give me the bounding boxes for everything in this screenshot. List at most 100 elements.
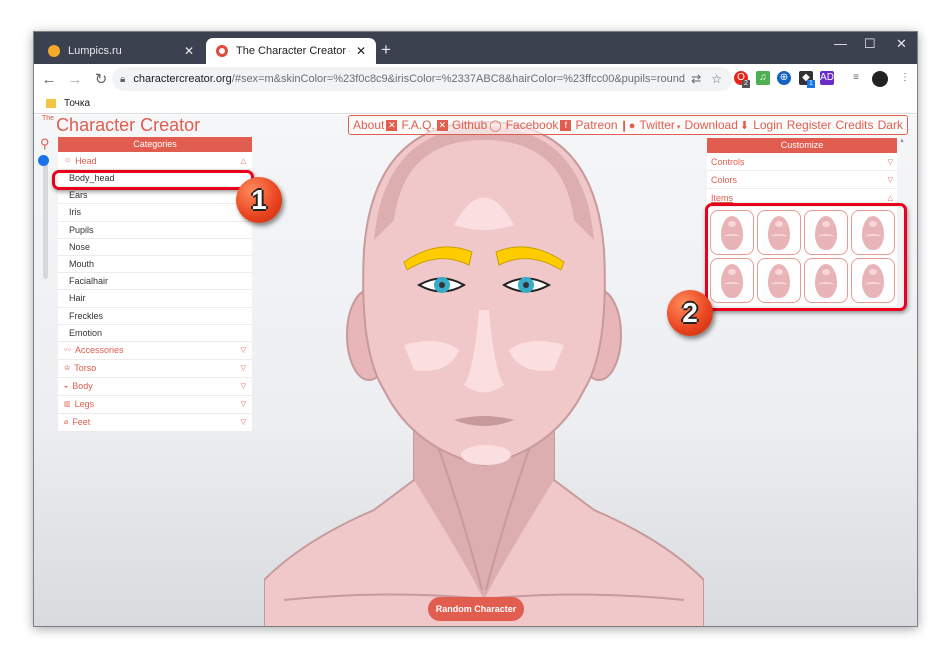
category-label: Legs <box>74 399 95 410</box>
chevron-down-icon: ▽ <box>240 419 246 427</box>
back-button[interactable]: ← <box>38 71 60 88</box>
bookmark-star-icon[interactable]: ☆ <box>711 72 722 86</box>
section-controls[interactable]: Controls ▽ <box>707 153 897 171</box>
extension-badge: 2 <box>742 80 750 88</box>
facebook-icon: f <box>560 120 572 132</box>
browser-window: Lumpics.ru ✕ The Character Creator - Bui… <box>33 31 918 627</box>
section-label: Items <box>711 192 734 203</box>
torso-icon: ♔ <box>64 365 71 373</box>
nav-label: Facebook <box>505 118 559 132</box>
chevron-down-icon: ▽ <box>887 158 893 166</box>
tab-title: Lumpics.ru <box>68 45 122 57</box>
category-label: Accessories <box>75 345 124 356</box>
bookmarks-bar: Точка <box>34 94 917 114</box>
url-host: charactercreator.org <box>133 73 232 85</box>
download-icon: ⬇ <box>739 120 750 132</box>
media-queue-icon[interactable]: ≡ <box>849 71 863 85</box>
head-items-list: Body_head Ears Iris Pupils Nose Mouth Facialha… <box>58 170 252 342</box>
new-tab-button[interactable]: + <box>381 40 391 60</box>
maximize-button[interactable]: ☐ <box>864 36 876 52</box>
annotation-badge-1: 1 <box>236 177 282 223</box>
zoom-slider-handle[interactable] <box>38 155 49 166</box>
category-item-pupils[interactable]: Pupils <box>58 221 252 239</box>
scroll-up-icon[interactable]: ▲ <box>899 138 905 144</box>
patreon-icon: ❙● <box>619 120 636 132</box>
character-illustration <box>264 120 704 626</box>
page-viewport: The Character Creator ⚲ About ✕ F.A.Q. ✕ Gi… <box>34 115 917 626</box>
nav-twitter[interactable]: Twitter ▾ <box>640 118 681 132</box>
section-label: Colors <box>711 174 738 185</box>
menu-kebab-icon[interactable]: ⋮ <box>898 71 912 85</box>
nav-label: Github <box>451 118 488 132</box>
chevron-up-icon: △ <box>887 194 893 202</box>
category-item-facialhair[interactable]: Facialhair <box>58 273 252 291</box>
translate-icon[interactable]: ⇄ <box>691 72 701 86</box>
customize-header: Customize <box>707 138 897 153</box>
ad-icon[interactable]: AD <box>820 71 834 85</box>
nav-login[interactable]: Login <box>753 118 782 132</box>
accessories-icon: 〰 <box>64 347 71 355</box>
bookmark-tochka[interactable]: Точка <box>64 98 90 109</box>
category-label: Head <box>75 155 97 166</box>
nav-credits[interactable]: Credits <box>835 118 873 132</box>
nav-label: Twitter <box>639 118 675 132</box>
category-label: Torso <box>74 363 97 374</box>
zoom-slider-track[interactable] <box>43 161 48 279</box>
forward-button[interactable]: → <box>64 71 86 88</box>
close-tab-icon[interactable]: ✕ <box>184 44 194 58</box>
profile-avatar[interactable] <box>872 71 888 87</box>
other-categories-list: 〰 Accessories ▽ ♔ Torso ▽ ◒ Body ▽ ▥ Legs ▽ ⌀ Feet ▽ <box>58 342 252 432</box>
category-feet[interactable]: ⌀ Feet ▽ <box>58 414 252 432</box>
category-head[interactable]: ☺ Head △ <box>58 152 252 170</box>
category-accessories[interactable]: 〰 Accessories ▽ <box>58 342 252 360</box>
annotation-highlight-1 <box>52 170 254 190</box>
minimize-button[interactable]: — <box>834 36 847 51</box>
search-icon[interactable]: ⚲ <box>40 136 50 152</box>
section-colors[interactable]: Colors ▽ <box>707 171 897 189</box>
nav-faq[interactable]: F.A.Q. ✕ <box>401 118 448 132</box>
url-text: charactercreator.org/#sex=m&skinColor=%2… <box>133 73 691 85</box>
nav-label: About <box>353 118 385 132</box>
category-body[interactable]: ◒ Body ▽ <box>58 378 252 396</box>
category-item-freckles[interactable]: Freckles <box>58 307 252 325</box>
character-pupil-left <box>439 282 445 288</box>
about-icon: ✕ <box>386 120 398 132</box>
nav-label: F.A.Q. <box>401 118 435 132</box>
lumpics-favicon-icon <box>48 45 60 57</box>
close-window-button[interactable]: ✕ <box>896 36 907 52</box>
music-icon[interactable]: ♫ <box>756 71 770 85</box>
close-tab-icon[interactable]: ✕ <box>356 44 366 58</box>
nav-download[interactable]: Download ⬇ <box>685 118 750 132</box>
reload-button[interactable]: ↻ <box>90 70 112 88</box>
tab-character-creator[interactable]: The Character Creator - Build visu ✕ <box>206 38 376 64</box>
category-item-iris[interactable]: Iris <box>58 204 252 222</box>
tab-lumpics[interactable]: Lumpics.ru ✕ <box>38 38 204 64</box>
tab-title: The Character Creator - Build visu <box>236 45 350 57</box>
nav-register[interactable]: Register <box>787 118 832 132</box>
extension-badge: 1 <box>807 80 815 88</box>
nav-patreon[interactable]: Patreon ❙● <box>576 118 636 132</box>
category-item-emotion[interactable]: Emotion <box>58 324 252 342</box>
character-pupil-right <box>523 282 529 288</box>
nav-label: Patreon <box>575 118 618 132</box>
category-legs[interactable]: ▥ Legs ▽ <box>58 396 252 414</box>
nav-facebook[interactable]: Facebook f <box>506 118 572 132</box>
category-label: Feet <box>72 417 91 428</box>
chevron-down-icon: ▽ <box>887 176 893 184</box>
categories-header: Categories <box>58 137 252 152</box>
head-icon: ☺ <box>64 157 72 164</box>
category-item-mouth[interactable]: Mouth <box>58 255 252 274</box>
random-character-button[interactable]: Random Character <box>428 597 524 621</box>
category-torso[interactable]: ♔ Torso ▽ <box>58 360 252 378</box>
category-item-nose[interactable]: Nose <box>58 238 252 256</box>
nav-about[interactable]: About ✕ <box>353 118 398 132</box>
nav-github[interactable]: Github ◯ <box>452 118 502 132</box>
logo-the: The <box>42 115 55 122</box>
address-bar[interactable]: 🔒︎ charactercreator.org/#sex=m&skinColor… <box>112 67 732 91</box>
nav-dark[interactable]: Dark <box>878 118 903 132</box>
category-item-hair[interactable]: Hair <box>58 290 252 308</box>
app-logo[interactable]: The Character Creator <box>42 115 200 136</box>
globe-icon[interactable]: ⊕ <box>777 71 791 85</box>
chevron-down-icon: ▽ <box>240 365 246 373</box>
character-chin-highlight <box>461 445 511 465</box>
